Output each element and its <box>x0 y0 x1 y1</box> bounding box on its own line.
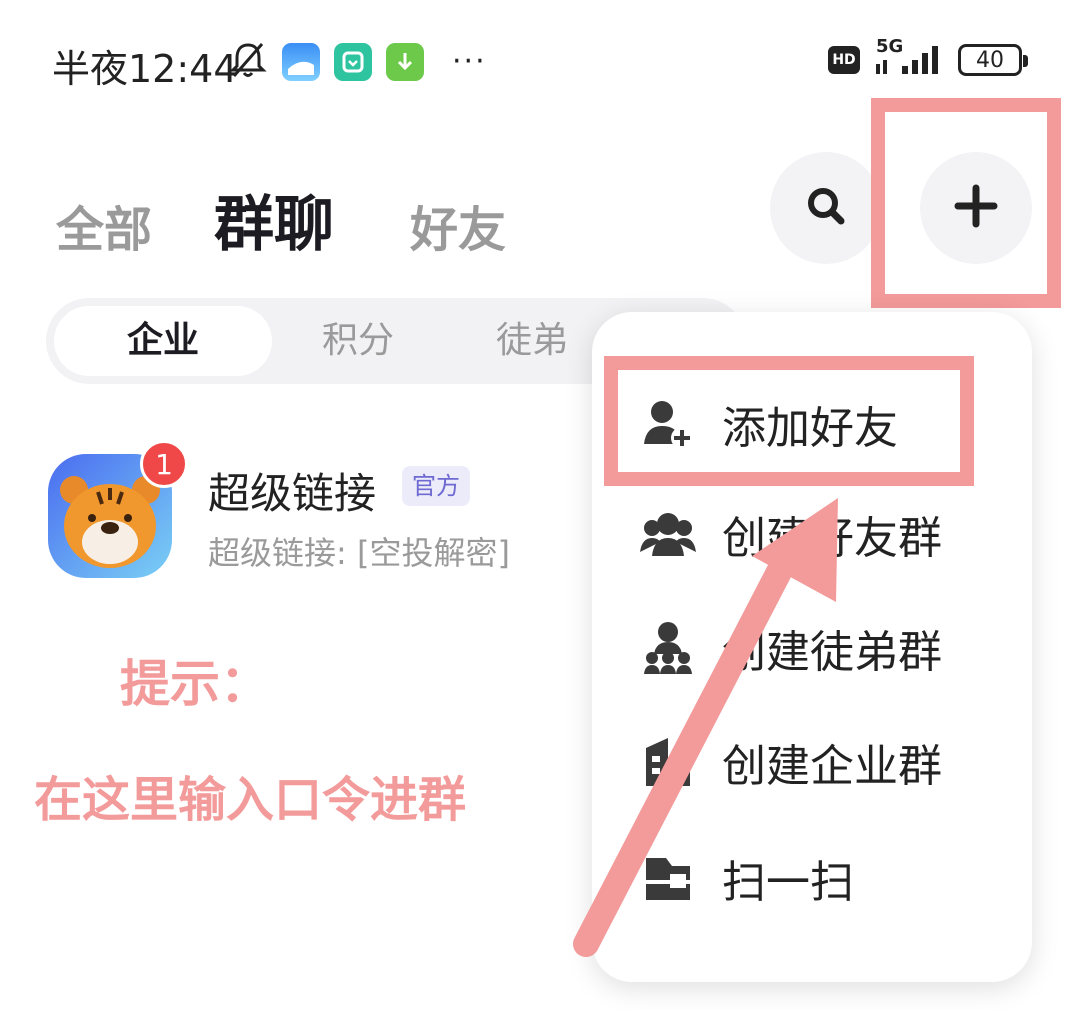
tab-friends[interactable]: 好友 <box>410 190 506 260</box>
tab-group-chat[interactable]: 群聊 <box>214 176 334 263</box>
menu-item-label: 扫一扫 <box>722 857 854 908</box>
segment-apprentice[interactable]: 徒弟 <box>482 298 582 384</box>
menu-item-create-friend-group[interactable]: 创建好友群 <box>592 484 1032 584</box>
battery-icon: 40 <box>958 44 1028 76</box>
menu-item-label: 创建企业群 <box>722 741 942 792</box>
hd-icon: HD <box>828 46 860 74</box>
menu-item-label: 创建好友群 <box>722 513 942 564</box>
more-status-icon: ··· <box>452 44 487 79</box>
status-time: 半夜12:44 <box>52 47 238 91</box>
tab-all[interactable]: 全部 <box>56 190 152 260</box>
highlight-box-add-friend <box>604 356 974 486</box>
conversation-title[interactable]: 超级链接 <box>208 460 376 521</box>
enterprise-group-icon <box>638 732 698 792</box>
apprentice-group-icon <box>638 618 698 678</box>
search-button[interactable] <box>770 152 882 264</box>
menu-item-label: 创建徒弟群 <box>722 627 942 678</box>
menu-item-create-apprentice-group[interactable]: 创建徒弟群 <box>592 598 1032 698</box>
hint-title: 提示： <box>120 655 270 713</box>
download-icon <box>386 43 424 81</box>
segment-points[interactable]: 积分 <box>308 298 408 384</box>
friend-group-icon <box>638 504 698 564</box>
unread-badge: 1 <box>140 440 188 488</box>
search-icon <box>804 184 848 232</box>
official-tag: 官方 <box>402 466 470 506</box>
app-icon-green <box>334 43 372 81</box>
app-icon-blue <box>282 43 320 81</box>
status-icons-right: HD 5G 40 <box>828 36 1028 80</box>
signal-icon: 5G <box>874 36 944 80</box>
conversation-subtitle: 超级链接: [空投解密] <box>208 534 510 572</box>
status-icons-left: ··· <box>228 40 487 84</box>
highlight-box-add-button <box>871 98 1061 308</box>
segment-enterprise[interactable]: 企业 <box>54 306 272 376</box>
scan-icon <box>638 848 698 908</box>
menu-item-create-enterprise-group[interactable]: 创建企业群 <box>592 712 1032 812</box>
bell-off-icon <box>228 40 268 84</box>
hint-text: 在这里输入口令进群 <box>34 772 467 828</box>
menu-item-scan[interactable]: 扫一扫 <box>592 828 1032 928</box>
